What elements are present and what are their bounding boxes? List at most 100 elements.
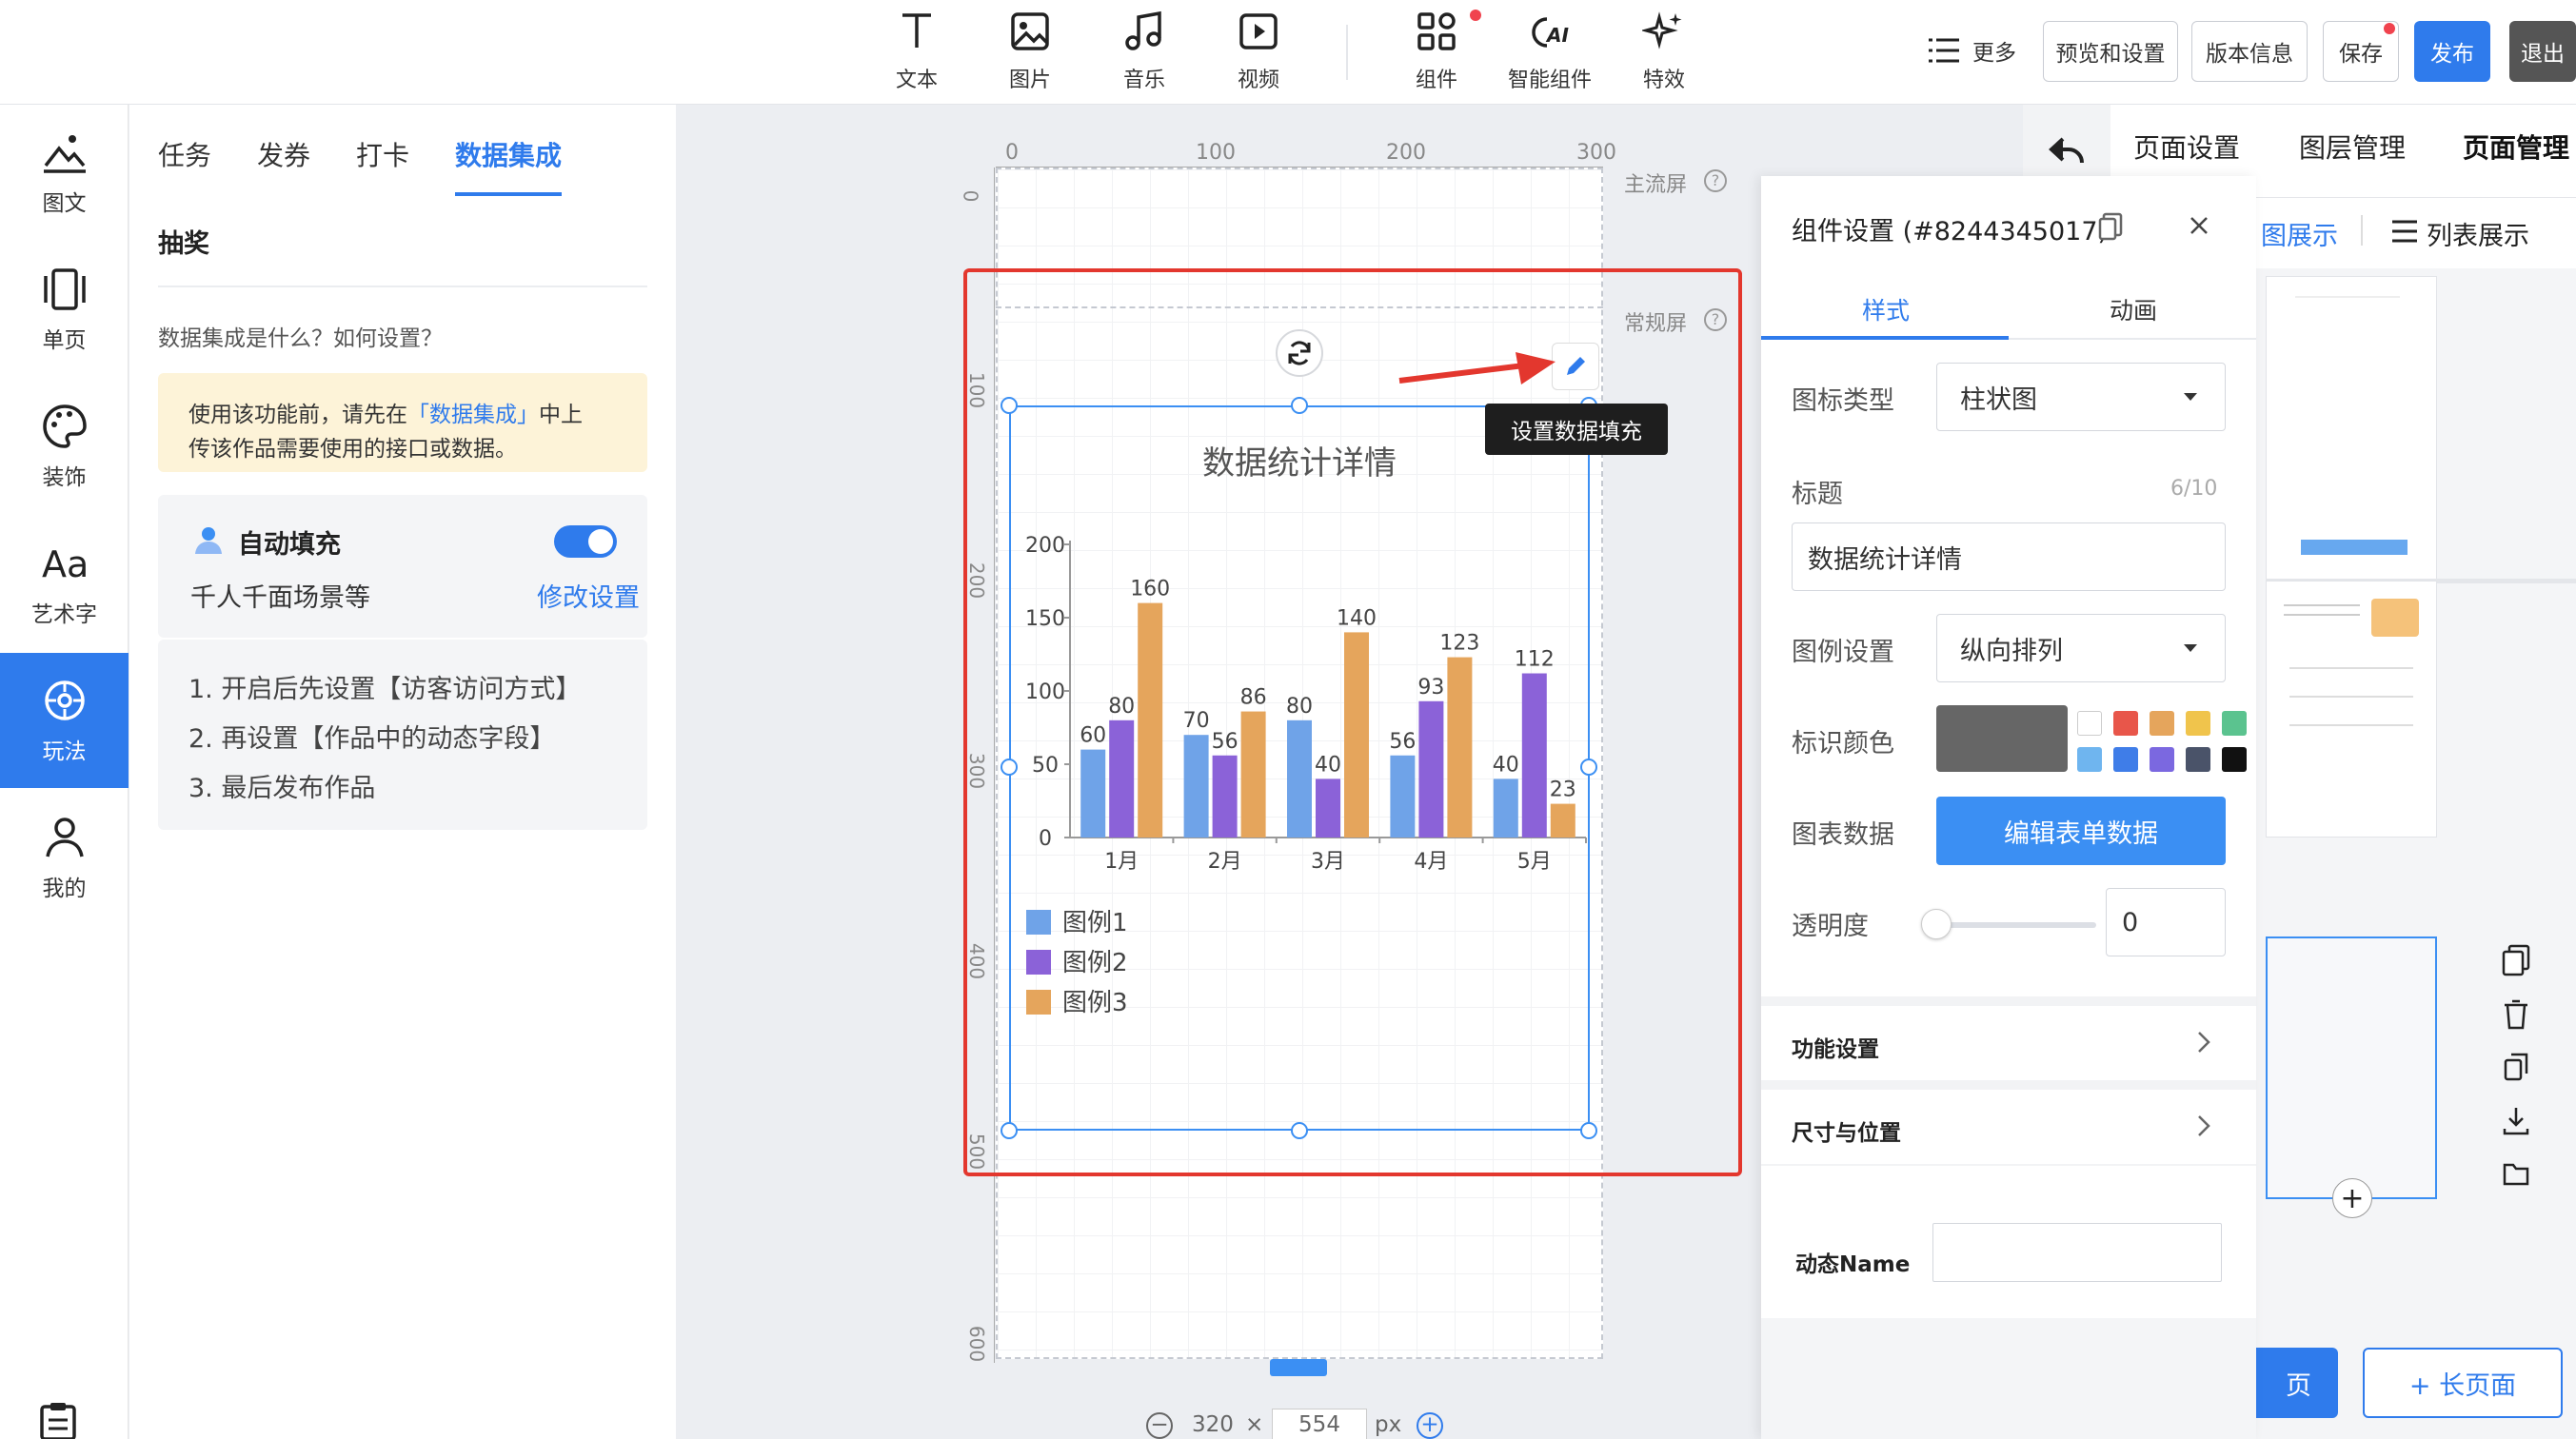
set-data-fill-button[interactable] [1552, 343, 1599, 390]
close-icon[interactable] [2188, 214, 2210, 237]
panel-footer [1761, 1318, 2256, 1439]
page-thumbnail-1[interactable] [2266, 276, 2437, 582]
add-long-page-button[interactable]: + 长页面 [2363, 1348, 2563, 1418]
bar-3 [1550, 803, 1575, 838]
duplicate-icon[interactable] [2502, 1051, 2530, 1083]
tool-ai-components[interactable]: AI 智能组件 [1502, 10, 1597, 95]
publish-button[interactable]: 发布 [2414, 21, 2490, 82]
color-swatch-3[interactable] [2186, 711, 2210, 736]
copy-id-icon[interactable] [2098, 212, 2123, 241]
height-input[interactable]: 554 [1272, 1409, 1367, 1439]
copy-icon[interactable] [2502, 944, 2530, 976]
nav-gameplay[interactable]: 玩法 [0, 653, 129, 788]
view-toggle-divider [2361, 215, 2363, 246]
title-input[interactable]: 数据统计详情 [1792, 522, 2226, 591]
color-swatch-8[interactable] [2186, 747, 2210, 772]
add-page-icon[interactable]: + [2332, 1178, 2372, 1218]
color-swatch-0[interactable] [2077, 711, 2102, 736]
folder-icon[interactable] [2502, 1157, 2530, 1190]
user-icon [45, 818, 84, 857]
music-icon [1125, 10, 1161, 50]
notice-link[interactable]: 「数据集成」 [407, 403, 539, 427]
more-menu[interactable]: 更多 [1927, 34, 2016, 67]
tab-page-management[interactable]: 页面管理 [2463, 128, 2569, 166]
color-swatch-6[interactable] [2113, 747, 2138, 772]
nav-image-text[interactable]: 图文 [0, 105, 129, 240]
download-icon[interactable] [2502, 1104, 2530, 1136]
bar-value-label: 60 [1080, 724, 1106, 748]
legend-swatch [1026, 950, 1051, 975]
opacity-slider-knob[interactable] [1921, 909, 1952, 939]
legend-swatch [1026, 910, 1051, 935]
edit-table-data-button[interactable]: 编辑表单数据 [1936, 797, 2226, 865]
auto-fill-desc: 千人千面场景等 [190, 583, 370, 613]
chart-title: 数据统计详情 [1202, 444, 1397, 483]
modify-settings-link[interactable]: 修改设置 [537, 577, 640, 614]
zoom-in-icon[interactable]: + [1417, 1412, 1443, 1439]
thumbnail-view-toggle[interactable]: 图展示 [2261, 215, 2338, 252]
nav-single-page[interactable]: 单页 [0, 242, 129, 377]
size-position-row[interactable]: 尺寸与位置 [1761, 1090, 2256, 1164]
notice-line-2: 传该作品需要使用的接口或数据。 [188, 437, 517, 462]
tool-music[interactable]: 音乐 [1097, 10, 1192, 95]
tool-text[interactable]: 文本 [869, 10, 964, 95]
opacity-input[interactable]: 0 [2106, 888, 2226, 956]
component-settings-panel: 组件设置 (#8244345017) 样式 动画 图标类型 柱状图 标题 6/1… [1761, 176, 2256, 1439]
clipboard-icon[interactable] [36, 1401, 80, 1439]
tab-page-settings[interactable]: 页面设置 [2133, 128, 2240, 166]
page-thumbnail-2[interactable] [2266, 581, 2437, 838]
bar-value-label: 80 [1286, 695, 1313, 719]
chart-type-select[interactable]: 柱状图 [1936, 363, 2226, 431]
page-thumbnail-current[interactable] [2266, 936, 2437, 1199]
color-swatch-9[interactable] [2222, 747, 2247, 772]
trash-icon[interactable] [2502, 997, 2530, 1030]
tab-data-integration[interactable]: 数据集成 [455, 135, 562, 173]
lottery-item[interactable]: 抽奖 [158, 223, 209, 260]
data-integration-panel: 任务 发券 打卡 数据集成 抽奖 数据集成是什么？如何设置？ 使用该功能前，请先… [129, 105, 676, 1439]
tab-checkin[interactable]: 打卡 [356, 135, 409, 173]
tool-image[interactable]: 图片 [982, 10, 1078, 95]
tab-coupon[interactable]: 发券 [257, 135, 310, 173]
tab-layer-management[interactable]: 图层管理 [2299, 128, 2406, 166]
color-swatch-7[interactable] [2150, 747, 2174, 772]
nav-mine[interactable]: 我的 [0, 790, 129, 925]
version-info-button[interactable]: 版本信息 [2191, 21, 2308, 82]
color-swatch-1[interactable] [2113, 711, 2138, 736]
color-swatch-4[interactable] [2222, 711, 2247, 736]
color-swatch-2[interactable] [2150, 711, 2174, 736]
auto-fill-toggle[interactable] [554, 525, 617, 558]
bar-2 [1212, 755, 1238, 838]
tool-ai-label: 智能组件 [1507, 69, 1592, 92]
image-text-icon [43, 135, 86, 173]
opacity-slider-track[interactable] [1936, 922, 2096, 928]
exit-button[interactable]: 退出 [2509, 21, 2576, 82]
rotate-button[interactable] [1276, 329, 1323, 377]
list-view-toggle[interactable]: 列表展示 [2427, 215, 2529, 252]
step-3: 3. 最后发布作品 [188, 774, 376, 803]
color-swatch-5[interactable] [2077, 747, 2102, 772]
preview-settings-button[interactable]: 预览和设置 [2043, 21, 2178, 82]
function-settings-row[interactable]: 功能设置 [1761, 1006, 2256, 1080]
tab-animation[interactable]: 动画 [2110, 292, 2157, 326]
bar-3 [1344, 632, 1369, 838]
ruler-left-600: 600 [965, 1325, 989, 1363]
thumb2-row-1 [2289, 667, 2413, 669]
help-link[interactable]: 数据集成是什么？如何设置？ [158, 320, 443, 352]
zoom-out-icon[interactable]: − [1146, 1412, 1173, 1439]
main-screen-help-icon[interactable]: ? [1704, 169, 1727, 192]
main-color-swatch[interactable] [1936, 705, 2068, 772]
tool-video[interactable]: 视频 [1211, 10, 1306, 95]
tool-components[interactable]: 组件 [1389, 10, 1484, 95]
ruler-top-100: 100 [1196, 141, 1236, 165]
nav-art-text[interactable]: Aa 艺术字 [0, 516, 129, 651]
dynamic-name-input[interactable] [1932, 1223, 2222, 1282]
page-resize-handle[interactable] [1270, 1359, 1327, 1376]
tool-effects[interactable]: 特效 [1616, 10, 1712, 95]
tab-task[interactable]: 任务 [158, 135, 211, 173]
bar-1 [1287, 720, 1312, 838]
bar-value-label: 40 [1493, 753, 1519, 777]
legend-select[interactable]: 纵向排列 [1936, 614, 2226, 682]
tab-style[interactable]: 样式 [1862, 292, 1910, 326]
nav-decoration[interactable]: 装饰 [0, 379, 129, 514]
image-icon [1011, 12, 1049, 50]
